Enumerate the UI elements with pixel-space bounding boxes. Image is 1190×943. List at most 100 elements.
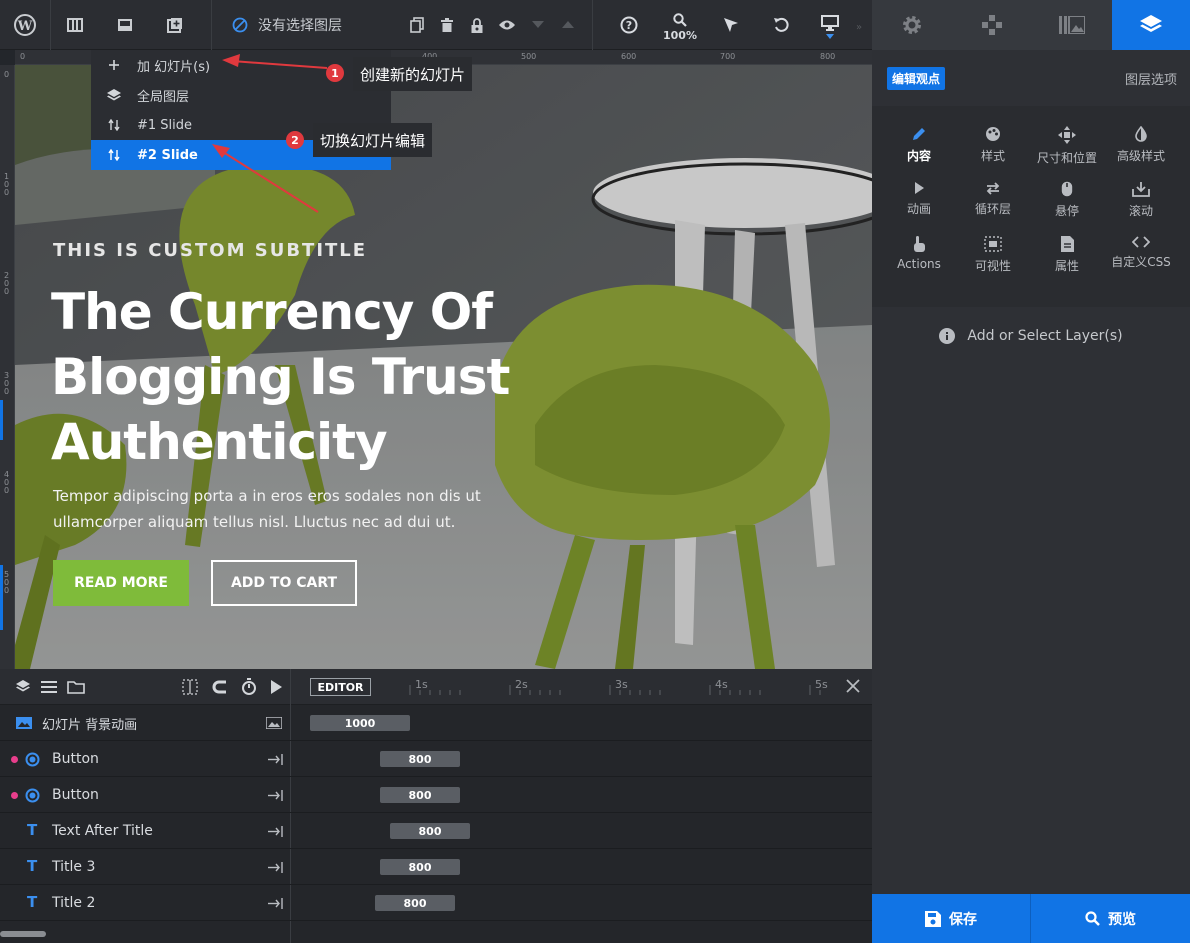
- timeline-row-label: Title 2: [52, 895, 96, 911]
- grid-icon: [182, 679, 198, 695]
- save-button[interactable]: 保存: [872, 894, 1030, 943]
- contrast-icon: [1135, 126, 1147, 142]
- image-icon: [16, 717, 32, 729]
- code-icon: [1132, 236, 1150, 248]
- close-timeline-button[interactable]: [846, 679, 860, 693]
- timeline-row-label: Button: [52, 787, 99, 803]
- time-tick: 4s: [715, 678, 728, 691]
- palette-icon: [986, 127, 1000, 141]
- gamepad-icon: [982, 15, 1002, 35]
- stopwatch-icon: [242, 678, 256, 695]
- layers-view-button[interactable]: [16, 679, 30, 693]
- timeline-bar[interactable]: 800: [390, 823, 470, 839]
- gear-icon: [903, 16, 921, 34]
- callout-number: 2: [286, 131, 304, 149]
- text-icon: T: [27, 893, 38, 911]
- timeline-row-button[interactable]: Button 800: [0, 777, 872, 813]
- hand-icon: [914, 236, 925, 252]
- timeline-bar[interactable]: 800: [375, 895, 455, 911]
- grid-snap-button[interactable]: [182, 679, 198, 695]
- timeline-bar[interactable]: 800: [380, 787, 460, 803]
- move-icon: [1058, 126, 1076, 144]
- text-icon: T: [27, 857, 38, 875]
- file-icon: [1060, 236, 1074, 252]
- timeline-row-bg-animation[interactable]: 幻灯片 背景动画 1000: [0, 705, 872, 741]
- layer-settings-grid: 内容 样式 尺寸和位置 高级样式 动画 循环层 悬停 滚动 Actions 可视…: [872, 106, 1190, 307]
- timer-button[interactable]: [241, 678, 257, 695]
- timeline-row-text[interactable]: T Title 2 800: [0, 885, 872, 921]
- grid-item-actions[interactable]: Actions: [879, 236, 959, 288]
- grid-item-hover[interactable]: 悬停: [1027, 181, 1107, 233]
- tab-settings[interactable]: [872, 0, 952, 50]
- pencil-icon: [913, 128, 925, 140]
- grid-item-loop[interactable]: 循环层: [953, 181, 1033, 233]
- editor-tag[interactable]: EDITOR: [310, 678, 371, 696]
- timeline-row-label: 幻灯片 背景动画: [42, 717, 138, 733]
- grid-item-scroll[interactable]: 滚动: [1101, 181, 1181, 233]
- preview-button[interactable]: 预览: [1031, 894, 1190, 943]
- align-end-icon: [268, 862, 283, 873]
- callout-number: 1: [326, 64, 344, 82]
- mouse-icon: [1061, 181, 1073, 197]
- callout-switch-slide: 切换幻灯片编辑: [313, 123, 433, 157]
- timeline-row-text[interactable]: T Text After Title 800: [0, 813, 872, 849]
- list-view-button[interactable]: [41, 680, 57, 693]
- layers-icon: [16, 680, 30, 692]
- align-end-icon: [268, 790, 283, 801]
- close-icon: [846, 679, 860, 693]
- grid-item-content[interactable]: 内容: [879, 126, 959, 178]
- visibility-icon: [984, 236, 1002, 252]
- play-button[interactable]: [270, 680, 282, 694]
- layer-options-link[interactable]: 图层选项: [1125, 69, 1177, 88]
- layers-icon: [1140, 15, 1162, 32]
- timeline-row-label: Text After Title: [52, 823, 153, 839]
- timeline-row-label: Title 3: [52, 859, 96, 875]
- align-end-icon: [268, 754, 283, 765]
- tab-navigation[interactable]: [952, 0, 1032, 50]
- time-tick: 3s: [615, 678, 628, 691]
- timeline-bar[interactable]: 800: [380, 751, 460, 767]
- folder-button[interactable]: [67, 680, 85, 694]
- scroll-icon: [1132, 182, 1150, 197]
- time-tick: 5s: [815, 678, 828, 691]
- timeline-bar[interactable]: 1000: [310, 715, 410, 731]
- info-icon: [939, 328, 956, 344]
- keyframe-dot: [11, 792, 18, 799]
- target-icon: [25, 752, 40, 767]
- callout-create-slide: 创建新的幻灯片: [353, 57, 473, 91]
- play-icon: [271, 680, 282, 694]
- panel-footer: 保存 预览: [872, 894, 1190, 943]
- target-icon: [25, 788, 40, 803]
- grid-item-style[interactable]: 样式: [953, 126, 1033, 178]
- magnet-button[interactable]: [212, 679, 228, 695]
- timeline-scrollbar[interactable]: [0, 931, 46, 937]
- align-end-icon: [268, 898, 283, 909]
- image-settings-icon: [266, 717, 282, 729]
- timeline-panel: EDITOR 1s 2s 3s 4s 5s 幻灯片 背景动画 1000 Butt…: [0, 669, 872, 943]
- timeline-row-button[interactable]: Button 800: [0, 741, 872, 777]
- folder-icon: [67, 681, 85, 694]
- grid-item-advanced-style[interactable]: 高级样式: [1101, 126, 1181, 178]
- keyframe-dot: [11, 756, 18, 763]
- grid-item-visibility[interactable]: 可视性: [953, 236, 1033, 288]
- edit-view-badge[interactable]: 编辑观点: [887, 67, 946, 90]
- tab-layers[interactable]: [1112, 0, 1190, 50]
- grid-item-custom-css[interactable]: 自定义CSS: [1101, 236, 1181, 288]
- save-icon: [925, 910, 941, 927]
- right-panel: 编辑观点 图层选项 内容 样式 尺寸和位置 高级样式 动画 循环层 悬停 滚动 …: [872, 0, 1190, 943]
- timeline-bar[interactable]: 800: [380, 859, 460, 875]
- loop-icon: [986, 182, 1000, 195]
- tab-slide-backgrounds[interactable]: [1032, 0, 1112, 50]
- grid-item-attributes[interactable]: 属性: [1027, 236, 1107, 288]
- timeline-header: EDITOR 1s 2s 3s 4s 5s: [0, 669, 872, 705]
- search-icon: [1085, 911, 1100, 926]
- text-icon: T: [27, 821, 38, 839]
- grid-item-size-position[interactable]: 尺寸和位置: [1027, 126, 1107, 178]
- grid-item-animation[interactable]: 动画: [879, 181, 959, 233]
- time-tick: 2s: [515, 678, 528, 691]
- gallery-icon: [1059, 16, 1085, 34]
- time-ruler: [409, 685, 821, 695]
- timeline-row-label: Button: [52, 751, 99, 767]
- timeline-row-text[interactable]: T Title 3 800: [0, 849, 872, 885]
- align-end-icon: [268, 826, 283, 837]
